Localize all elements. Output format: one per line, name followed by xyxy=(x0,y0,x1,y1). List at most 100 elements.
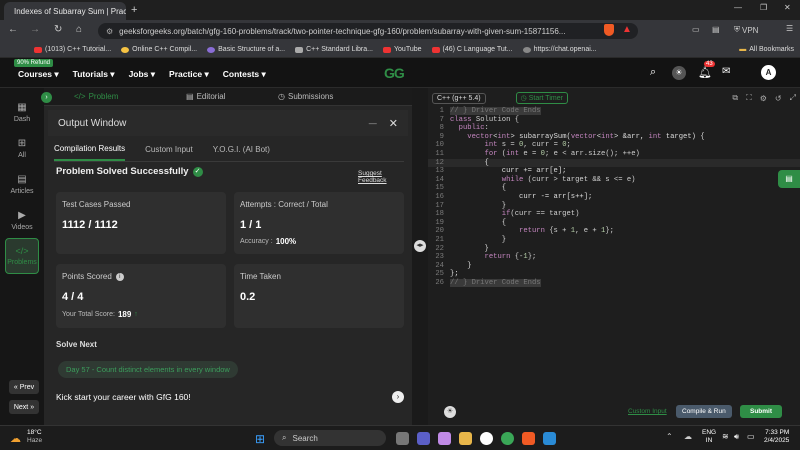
code-line[interactable]: 12 { xyxy=(428,158,800,168)
nav-practice[interactable]: Practice ▾ xyxy=(169,69,209,80)
teams-icon[interactable] xyxy=(417,432,430,445)
custom-input-link[interactable]: Custom Input xyxy=(628,408,667,415)
code-line[interactable]: 1 // } Driver Code Ends xyxy=(428,107,800,116)
code-line[interactable]: 13 curr += arr[e]; xyxy=(428,167,800,176)
rail-dash[interactable]: ▦ Dash xyxy=(5,94,39,130)
bookmark-item[interactable]: (1013) C++ Tutorial... xyxy=(34,46,111,53)
brave-rewards-icon[interactable]: ▲ xyxy=(622,24,632,35)
theme-toggle-icon[interactable]: ☀ xyxy=(672,66,686,80)
chrome-icon[interactable] xyxy=(501,432,514,445)
home-icon[interactable]: ⌂ xyxy=(76,24,82,35)
language-select[interactable]: C++ (g++ 5.4) xyxy=(432,92,486,104)
copilot-icon[interactable] xyxy=(438,432,451,445)
language-indicator[interactable]: ENG IN xyxy=(702,429,716,445)
weather-widget[interactable]: 18°C Haze xyxy=(27,429,42,445)
menu-icon[interactable]: ☰ xyxy=(786,24,793,33)
panel-splitter[interactable]: ◂▸ xyxy=(412,88,428,425)
code-line[interactable]: 25}; xyxy=(428,270,800,279)
suggest-feedback-link[interactable]: Suggest Feedback xyxy=(358,170,412,184)
search-icon[interactable]: ⌕ xyxy=(650,66,656,79)
gfg-logo[interactable]: GG xyxy=(384,65,405,81)
code-line[interactable]: 10 int s = 0, curr = 0; xyxy=(428,141,800,150)
expand-icon[interactable]: › xyxy=(41,92,52,103)
battery-icon[interactable]: ▭ xyxy=(747,432,755,441)
subtab-custom-input[interactable]: Custom Input xyxy=(145,139,193,160)
clock[interactable]: 7:33 PM 2/4/2025 xyxy=(764,429,789,445)
chat-float-icon[interactable]: ▤ xyxy=(778,170,800,188)
code-line[interactable]: 22 } xyxy=(428,245,800,254)
code-line[interactable]: 20 return {s + 1, e + 1}; xyxy=(428,227,800,236)
chevron-right-icon[interactable]: › xyxy=(392,391,404,403)
onedrive-icon[interactable]: ☁ xyxy=(684,432,692,441)
window-maximize-button[interactable]: ❐ xyxy=(760,3,767,12)
bookmark-item[interactable]: YouTube xyxy=(383,46,422,53)
code-line[interactable]: 24 } xyxy=(428,262,800,271)
drag-handle-icon[interactable]: ◂▸ xyxy=(414,240,426,252)
bell-icon[interactable]: 🔔︎ xyxy=(698,66,712,79)
code-line[interactable]: 9 vector<int> subarraySum(vector<int> &a… xyxy=(428,133,800,142)
taskbar-search[interactable]: ⌕ Search xyxy=(274,430,386,446)
prev-button[interactable]: «Prev xyxy=(9,380,39,394)
tab-editorial[interactable]: ▤ Editorial xyxy=(186,92,278,101)
rail-all[interactable]: ⊞ All xyxy=(5,130,39,166)
rail-videos[interactable]: ▶ Videos xyxy=(5,202,39,238)
code-line[interactable]: 26 // } Driver Code Ends xyxy=(428,278,800,288)
compile-run-button[interactable]: Compile & Run xyxy=(676,405,732,418)
subtab-yogi[interactable]: Y.O.G.I. (AI Bot) xyxy=(213,139,270,160)
settings-icon[interactable]: ⚙ xyxy=(760,94,767,103)
minimize-icon[interactable]: — xyxy=(369,119,377,128)
submit-button[interactable]: Submit xyxy=(740,405,783,418)
copy-icon[interactable]: ⧉ xyxy=(732,93,738,103)
fullscreen-icon[interactable]: ⛶ xyxy=(746,93,752,103)
volume-icon[interactable]: 🔊︎ xyxy=(734,432,739,442)
code-line[interactable]: 19 { xyxy=(428,219,800,228)
code-line[interactable]: 8 public: xyxy=(428,124,800,133)
forward-icon[interactable]: → xyxy=(30,24,40,35)
window-close-button[interactable]: ✕ xyxy=(784,3,791,12)
code-line[interactable]: 14 while (curr > target && s <= e) xyxy=(428,176,800,185)
back-icon[interactable]: ← xyxy=(8,24,18,35)
site-info-icon[interactable]: ⚙ xyxy=(106,27,113,36)
task-view-icon[interactable] xyxy=(396,432,409,445)
rail-problems[interactable]: </> Problems xyxy=(5,238,39,274)
weather-icon[interactable]: ☁ xyxy=(10,432,21,445)
bookmark-item[interactable]: Basic Structure of a... xyxy=(207,46,285,53)
sidebar-toggle-icon[interactable]: ▭ xyxy=(692,25,700,34)
code-line[interactable]: 21 } xyxy=(428,236,800,245)
tab-problem[interactable]: </> Problem xyxy=(74,92,186,101)
bookmark-item[interactable]: Online C++ Compil... xyxy=(121,46,197,53)
code-line[interactable]: 23 return {-1}; xyxy=(428,253,800,262)
code-line[interactable]: 16 curr -= arr[s++]; xyxy=(428,193,800,202)
github-icon[interactable] xyxy=(480,432,493,445)
code-line[interactable]: 18 if(curr == target) xyxy=(428,210,800,219)
code-line[interactable]: 17 } xyxy=(428,202,800,211)
start-timer-button[interactable]: ◷ Start Timer xyxy=(515,92,568,104)
info-icon[interactable]: i xyxy=(115,272,124,281)
bookmark-item[interactable]: https://chat.openai... xyxy=(522,46,597,53)
expand-editor-icon[interactable]: ⤢ xyxy=(790,93,796,103)
all-bookmarks[interactable]: ▬ All Bookmarks xyxy=(739,46,794,53)
next-button[interactable]: Next» xyxy=(9,400,39,414)
avatar[interactable]: A xyxy=(761,65,776,80)
bookmark-item[interactable]: C++ Standard Libra... xyxy=(295,46,373,53)
nav-contests[interactable]: Contests ▾ xyxy=(223,69,266,80)
nav-courses[interactable]: Courses ▾ xyxy=(18,69,59,80)
code-line[interactable]: 15 { xyxy=(428,184,800,193)
subtab-compilation-results[interactable]: Compilation Results xyxy=(54,138,126,161)
code-area[interactable]: 1// } Driver Code Ends 7 class Solution {8… xyxy=(428,107,800,287)
bulb-icon[interactable]: ☀ xyxy=(444,406,456,418)
next-problem-chip[interactable]: Day 57 - Count distinct elements in ever… xyxy=(58,361,238,378)
code-line[interactable]: 11 for (int e = 0; e < arr.size(); ++e) xyxy=(428,150,800,159)
message-icon[interactable]: ✉ xyxy=(722,66,730,77)
vpn-button[interactable]: ⛨ VPN xyxy=(734,25,758,35)
window-minimize-button[interactable]: — xyxy=(734,3,742,12)
tab-submissions[interactable]: ◷ Submissions xyxy=(278,92,333,101)
kickstart-banner[interactable]: Kick start your career with GfG 160! › xyxy=(56,387,408,407)
bookmark-item[interactable]: (46) C Language Tut... xyxy=(431,46,513,53)
code-line[interactable]: 7 class Solution { xyxy=(428,116,800,125)
file-explorer-icon[interactable] xyxy=(459,432,472,445)
url-field[interactable]: ⚙ geeksforgeeks.org/batch/gfg-160-proble… xyxy=(98,23,638,39)
close-icon[interactable]: ✕ xyxy=(389,117,398,130)
reset-icon[interactable]: ↺ xyxy=(775,94,782,103)
tray-chevron-icon[interactable]: ⌃ xyxy=(666,432,673,441)
